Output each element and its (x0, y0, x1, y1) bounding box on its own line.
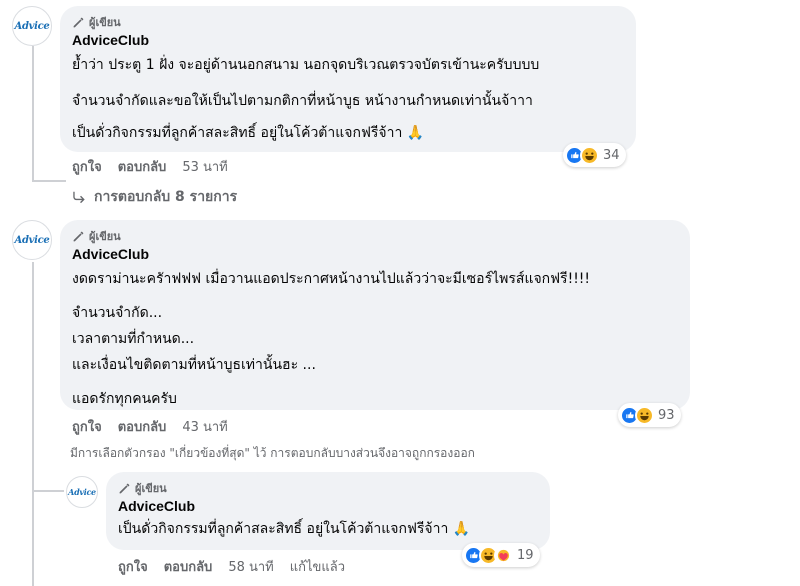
reply-arrow-icon (73, 191, 85, 204)
care-reaction-icon (494, 545, 513, 565)
like-button[interactable]: ถูกใจ (72, 416, 102, 437)
reply-bubble: ผู้เขียน AdviceClub เป็นดั่วกิจกรรมที่ลู… (106, 472, 550, 550)
author-name[interactable]: AdviceClub (72, 32, 624, 48)
timestamp[interactable]: 43 นาที (182, 416, 227, 437)
view-replies-label: การตอบกลับ 8 รายการ (94, 189, 238, 205)
thread-line-curve (32, 490, 64, 492)
comment-bubble: ผู้เขียน AdviceClub งดดราม่านะครัาฟฟฟ เม… (60, 220, 690, 410)
author-name[interactable]: AdviceClub (118, 498, 538, 514)
author-badge-label: ผู้เขียน (135, 482, 167, 495)
author-badge: ผู้เขียน (118, 480, 538, 496)
thread-line (32, 262, 34, 492)
author-badge-label: ผู้เขียน (89, 16, 121, 29)
haha-reaction-icon (580, 145, 599, 165)
view-replies-link[interactable]: การตอบกลับ 8 รายการ (72, 186, 237, 208)
reaction-summary[interactable]: 93 (618, 403, 681, 427)
comment-text-line: จำนวนจำกัดและขอให้เป็นไปตามกติกาที่หน้าบ… (72, 93, 533, 109)
comment-text-line: งดดราม่านะครัาฟฟฟ เมื่อวานแอดประกาศหน้าง… (72, 271, 591, 287)
comment-text-line: เป็นดั่วกิจกรรมที่ลูกค้าสละสิทธิ์ อยู่ใน… (72, 125, 425, 141)
like-button[interactable]: ถูกใจ (118, 556, 148, 577)
comment-text-line: และเงื่อนไขติดตามที่หน้าบูธเท่านั้นฮะ ..… (72, 357, 316, 373)
reaction-count: 34 (603, 147, 620, 163)
thread-line (32, 46, 34, 181)
reaction-count: 93 (658, 407, 675, 423)
comment-actions: ถูกใจ ตอบกลับ 43 นาที (72, 416, 228, 437)
edited-label[interactable]: แก้ไขแล้ว (290, 556, 345, 577)
pencil-icon (119, 483, 130, 493)
filter-note: มีการเลือกตัวกรอง "เกี่ยวข้องที่สุด" ไว้… (70, 446, 475, 460)
reply-button[interactable]: ตอบกลับ (118, 156, 167, 177)
haha-reaction-icon (635, 405, 654, 425)
pencil-icon (73, 17, 84, 27)
avatar-logo-text: Advice (68, 487, 96, 497)
avatar[interactable]: Advice (12, 6, 52, 46)
timestamp[interactable]: 58 นาที (228, 556, 273, 577)
pencil-icon (73, 231, 84, 241)
avatar[interactable]: Advice (12, 220, 52, 260)
author-name[interactable]: AdviceClub (72, 246, 678, 262)
reply-button[interactable]: ตอบกลับ (164, 556, 213, 577)
avatar[interactable]: Advice (66, 476, 98, 508)
author-badge-label: ผู้เขียน (89, 230, 121, 243)
comment-bubble: ผู้เขียน AdviceClub ย้ำว่า ประตู 1 ฝั่ง … (60, 6, 636, 152)
author-badge: ผู้เขียน (72, 228, 678, 244)
like-button[interactable]: ถูกใจ (72, 156, 102, 177)
comment-text-line: เวลาตามที่กำหนด... (72, 331, 195, 347)
reaction-count: 19 (517, 547, 534, 563)
comment-text-line: จำนวนจำกัด... (72, 305, 163, 321)
comment-text-line: ย้ำว่า ประตู 1 ฝั่ง จะอยู่ด้านนอกสนาม นอ… (72, 57, 540, 73)
thread-line (32, 492, 34, 586)
comment-actions: ถูกใจ ตอบกลับ 53 นาที (72, 156, 228, 177)
comment-text-line: แอดรักทุกคนครับ (72, 391, 177, 407)
avatar-logo-text: Advice (14, 234, 50, 246)
reply-actions: ถูกใจ ตอบกลับ 58 นาที แก้ไขแล้ว (118, 556, 345, 577)
author-badge: ผู้เขียน (72, 14, 624, 30)
thread-line-curve (32, 180, 66, 182)
comment-text-line: เป็นดั่วกิจกรรมที่ลูกค้าสละสิทธิ์ อยู่ใน… (118, 521, 471, 537)
reply-button[interactable]: ตอบกลับ (118, 416, 167, 437)
reaction-summary[interactable]: 34 (563, 143, 626, 167)
avatar-logo-text: Advice (14, 20, 50, 32)
timestamp[interactable]: 53 นาที (182, 156, 227, 177)
reaction-summary[interactable]: 19 (462, 543, 540, 567)
